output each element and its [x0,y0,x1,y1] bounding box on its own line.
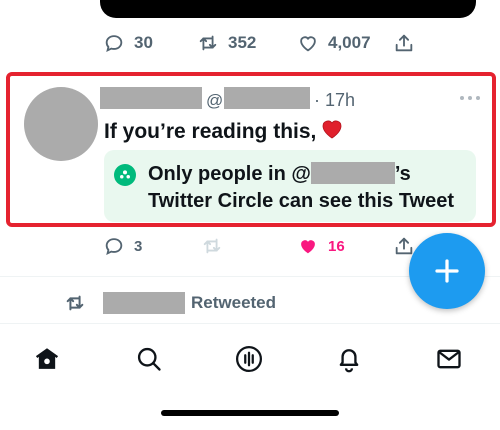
reply-button[interactable]: 3 [102,234,142,258]
redacted-retweeter-name[interactable] [103,292,185,314]
previous-tweet-media[interactable] [100,0,476,18]
retweeted-label: Retweeted [191,293,277,312]
circle-notice-line1: Only people in @ ’s [148,162,411,186]
handle-prefix: @ [206,91,224,110]
circle-notice-prefix: Only people in @ [148,163,311,185]
circle-notice-suffix: ’s [394,163,411,185]
retweet-icon [196,31,220,55]
home-indicator[interactable] [161,410,339,416]
tweet-text: If you’re reading this, [104,117,344,147]
circle-tweet[interactable]: @ · 17h If you’re reading this, Only peo… [6,72,496,227]
heart-filled-icon [296,234,320,258]
nav-search[interactable] [132,342,166,376]
compose-tweet-button[interactable] [409,233,485,309]
search-icon [137,347,161,371]
nav-notifications[interactable] [332,342,366,376]
messages-icon [437,349,461,369]
tweet-text-content: If you’re reading this, [104,120,317,143]
avatar[interactable] [24,87,98,161]
retweet-count: 352 [228,33,257,52]
more-options-icon[interactable] [458,90,482,100]
nav-messages[interactable] [432,342,466,376]
reply-button[interactable]: 30 [102,31,153,55]
circle-notice-line2: Twitter Circle can see this Tweet [148,190,455,212]
reply-icon [102,31,126,55]
notifications-icon [339,349,359,373]
redacted-circle-owner [310,162,395,184]
spaces-icon [236,345,262,373]
redacted-handle[interactable] [224,87,310,109]
nav-home[interactable] [30,342,64,376]
twitter-circle-icon [114,164,136,186]
reply-count: 3 [134,237,143,255]
reply-icon [102,234,126,258]
nav-spaces[interactable] [232,342,266,376]
like-count: 4,007 [328,33,371,52]
retweet-button[interactable]: 352 [196,31,256,55]
plus-icon [435,259,459,283]
share-icon [392,31,416,55]
like-count: 16 [328,237,345,255]
like-button[interactable]: 4,007 [296,31,371,55]
redacted-display-name[interactable] [100,87,202,109]
heart-outline-icon [296,31,320,55]
retweet-icon [64,292,88,316]
retweet-icon [200,234,224,258]
twitter-circle-notice[interactable]: Only people in @ ’s Twitter Circle can se… [104,150,476,222]
tweet-time[interactable]: · 17h [314,90,355,111]
retweet-button-disabled [200,234,224,258]
share-button[interactable] [392,31,416,55]
home-icon [35,348,59,369]
reply-count: 30 [134,33,153,52]
red-heart-emoji-icon [320,117,344,147]
like-button-liked[interactable]: 16 [296,234,345,258]
